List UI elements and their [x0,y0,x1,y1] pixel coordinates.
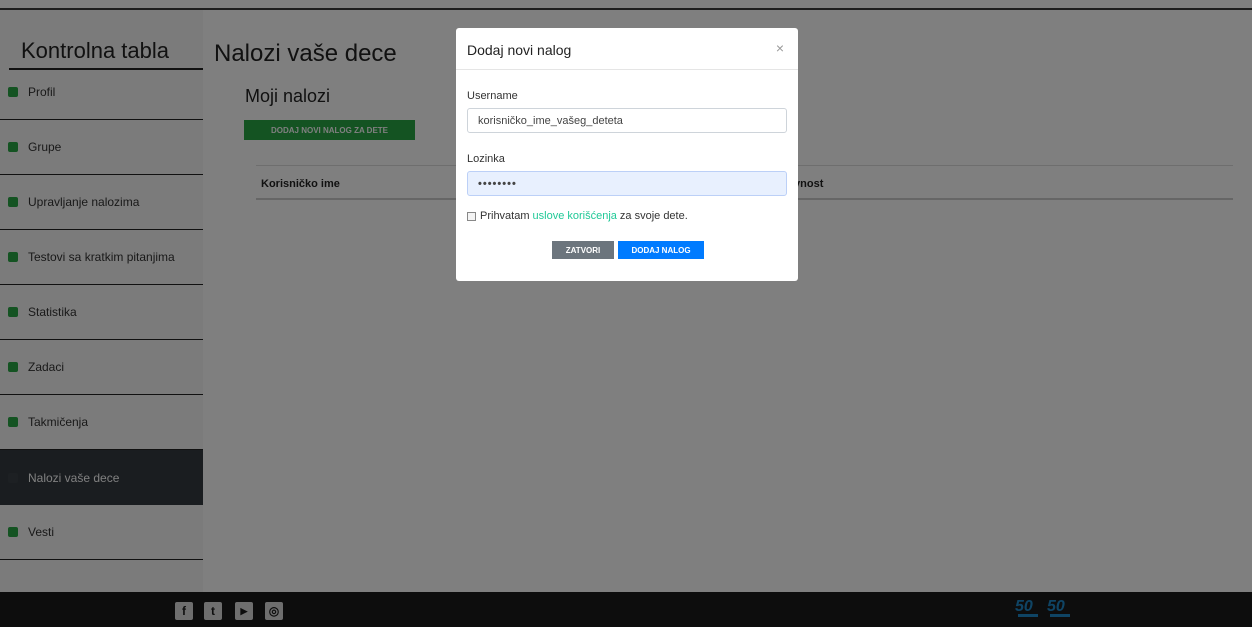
password-input[interactable]: •••••••• [467,171,787,196]
terms-link[interactable]: uslove korišćenja [533,210,617,222]
modal-title: Dodaj novi nalog [467,42,572,58]
username-label: Username [467,90,518,102]
add-account-modal: Dodaj novi nalog × Username korisničko_i… [456,28,798,281]
terms-text-after: za svoje dete. [619,210,688,222]
terms-row: Prihvatam uslove korišćenja za svoje det… [467,210,688,222]
add-account-button-label: DODAJ NALOG [631,245,691,255]
terms-text-before: Prihvatam [480,210,530,222]
add-account-button[interactable]: DODAJ NALOG [618,241,704,259]
modal-header: Dodaj novi nalog × [456,28,798,70]
username-input[interactable]: korisničko_ime_vašeg_deteta [467,108,787,133]
close-button-label: ZATVORI [565,245,601,255]
close-button[interactable]: ZATVORI [552,241,614,259]
terms-checkbox[interactable] [467,211,476,221]
close-icon[interactable]: × [776,40,784,56]
password-label: Lozinka [467,153,505,165]
